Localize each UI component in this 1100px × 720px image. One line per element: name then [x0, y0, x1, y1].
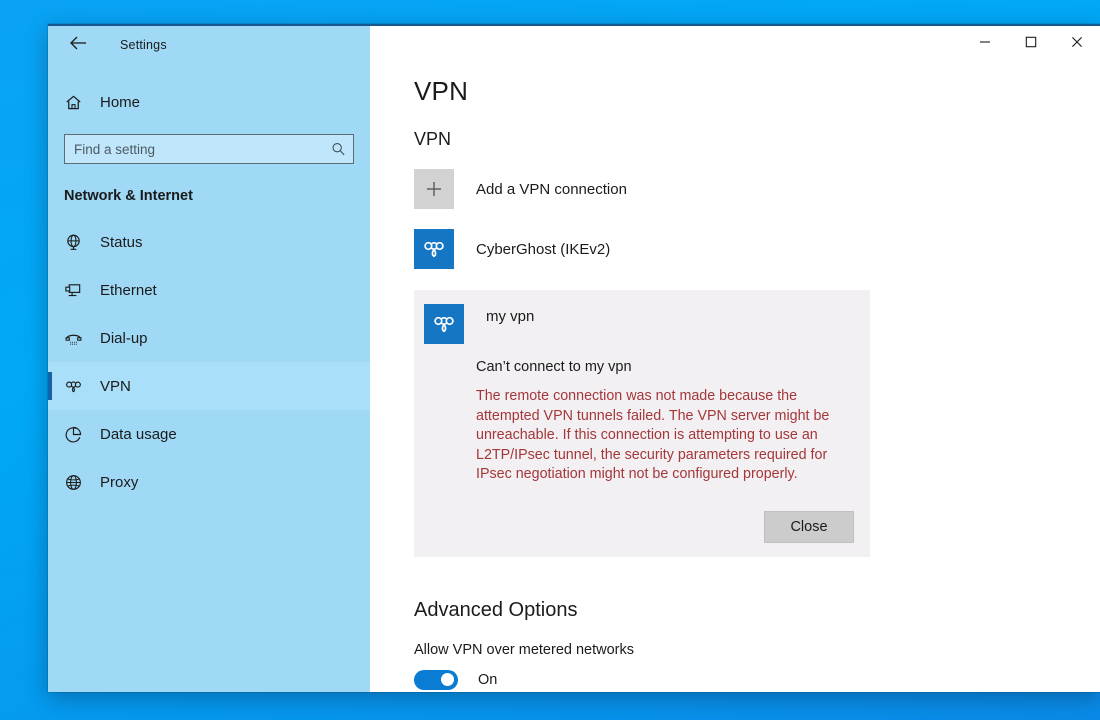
sidebar-item-vpn[interactable]: VPN: [48, 362, 370, 410]
sidebar-nav: Status Ethernet Dial-up VPN Data usage P…: [48, 218, 370, 506]
window-controls: [962, 26, 1100, 62]
home-icon: [64, 93, 94, 112]
vpn-error-subtitle: Can’t connect to my vpn: [476, 359, 632, 375]
vpn-connection-item[interactable]: CyberGhost (IKEv2): [414, 228, 870, 270]
add-vpn-connection-label: Add a VPN connection: [476, 180, 627, 198]
maximize-icon: [1025, 35, 1037, 53]
search-input[interactable]: [65, 135, 353, 163]
sidebar-item-data-usage[interactable]: Data usage: [48, 410, 370, 458]
vpn-connection-name: CyberGhost (IKEv2): [476, 240, 611, 258]
close-icon: [1071, 35, 1083, 53]
sidebar-item-label: Proxy: [100, 473, 139, 491]
globe-status-icon: [64, 233, 94, 252]
window-title: Settings: [120, 38, 167, 52]
plus-icon: [414, 169, 454, 209]
sidebar-item-label: Status: [100, 233, 143, 251]
vpn-knot-icon: [414, 229, 454, 269]
minimize-icon: [979, 35, 991, 53]
main-content: VPN VPN Add a VPN connection CyberGhost …: [370, 26, 1100, 692]
home-label: Home: [100, 93, 141, 111]
titlebar: Settings: [48, 26, 370, 64]
dialup-icon: [64, 329, 94, 348]
sidebar-item-status[interactable]: Status: [48, 218, 370, 266]
search-icon[interactable]: [331, 142, 346, 157]
maximize-button[interactable]: [1008, 26, 1054, 62]
close-error-button[interactable]: Close: [764, 510, 854, 543]
sidebar-item-label: Data usage: [100, 425, 177, 443]
vpn-error-message: The remote connection was not made becau…: [476, 388, 830, 482]
sidebar-group-heading: Network & Internet: [64, 188, 193, 204]
vpn-error-actions: Close: [424, 510, 854, 543]
vpn-error-card-header[interactable]: my vpn: [424, 304, 854, 344]
sidebar: Settings Home Find a setting Network & I…: [48, 26, 370, 692]
sidebar-item-proxy[interactable]: Proxy: [48, 458, 370, 506]
vpn-knot-icon: [424, 304, 464, 344]
globe-icon: [64, 473, 94, 492]
vpn-error-connection-name: my vpn: [486, 308, 535, 325]
close-button[interactable]: [1054, 26, 1100, 62]
back-button[interactable]: [58, 30, 98, 60]
window-body: Settings Home Find a setting Network & I…: [48, 26, 1100, 692]
sidebar-item-home[interactable]: Home: [48, 82, 370, 122]
sidebar-item-dial-up[interactable]: Dial-up: [48, 314, 370, 362]
metered-networks-toggle[interactable]: [414, 669, 458, 690]
section-title-vpn: VPN: [414, 129, 452, 149]
back-arrow-icon: [69, 36, 87, 55]
pie-chart-icon: [64, 425, 94, 444]
sidebar-item-label: VPN: [100, 377, 131, 395]
sidebar-item-label: Dial-up: [100, 329, 148, 347]
sidebar-item-label: Ethernet: [100, 281, 157, 299]
settings-window: Settings Home Find a setting Network & I…: [48, 24, 1100, 692]
search-box[interactable]: [64, 134, 354, 164]
add-vpn-connection-button[interactable]: Add a VPN connection: [414, 168, 870, 210]
vpn-knot-icon: [64, 377, 94, 396]
vpn-error-card: my vpn Can’t connect to my vpn The remot…: [414, 290, 870, 557]
toggle-knob: [441, 673, 454, 686]
metered-networks-label: Allow VPN over metered networks: [414, 641, 634, 658]
metered-networks-toggle-row: On: [414, 669, 1100, 690]
ethernet-icon: [64, 281, 94, 300]
advanced-options-title: Advanced Options: [414, 598, 578, 621]
metered-networks-state: On: [478, 671, 498, 688]
sidebar-item-ethernet[interactable]: Ethernet: [48, 266, 370, 314]
minimize-button[interactable]: [962, 26, 1008, 62]
